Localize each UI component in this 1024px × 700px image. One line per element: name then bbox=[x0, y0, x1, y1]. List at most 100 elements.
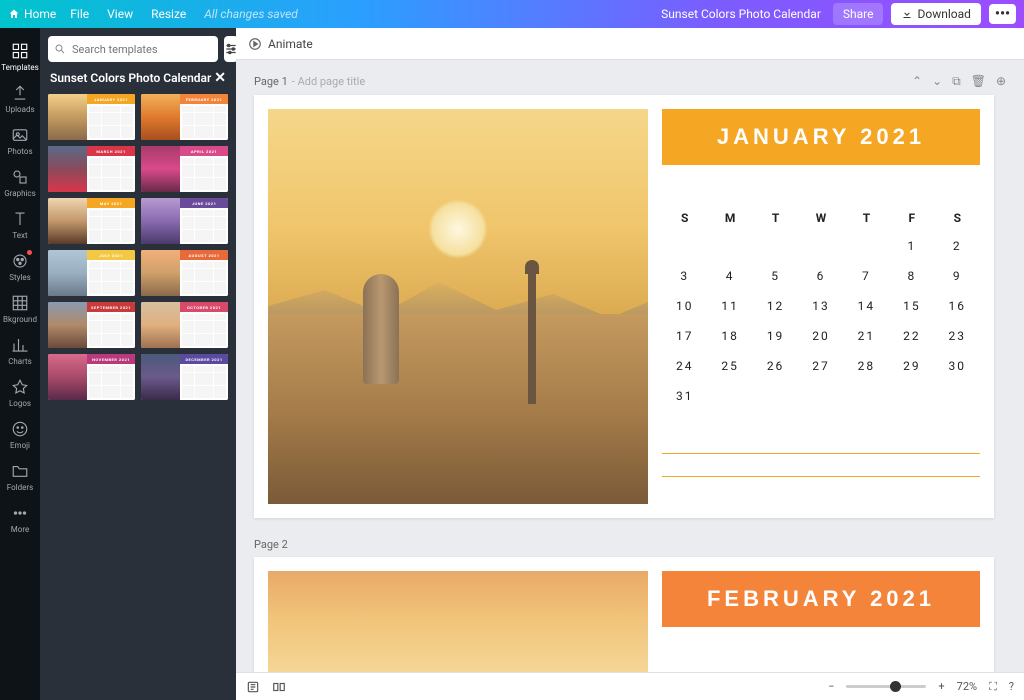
calendar-cell[interactable] bbox=[753, 381, 798, 411]
calendar-cell[interactable]: 28 bbox=[844, 351, 889, 381]
calendar-cell[interactable]: 3 bbox=[662, 261, 707, 291]
calendar-cell[interactable]: 5 bbox=[753, 261, 798, 291]
calendar-cell[interactable] bbox=[889, 381, 934, 411]
page-2[interactable]: FEBRUARY 2021 SMTWTFS bbox=[254, 557, 994, 672]
search-input[interactable] bbox=[72, 43, 212, 56]
search-templates-box[interactable] bbox=[48, 36, 218, 62]
zoom-in-icon[interactable]: + bbox=[938, 680, 944, 693]
page-move-up-icon[interactable]: ⌃ bbox=[912, 74, 922, 89]
pages-toggle-icon[interactable] bbox=[272, 680, 286, 694]
template-thumb-12[interactable]: DECEMBER 2021 bbox=[141, 354, 228, 400]
calendar-cell[interactable]: 16 bbox=[935, 291, 980, 321]
calendar-cell[interactable]: 12 bbox=[753, 291, 798, 321]
calendar-cell[interactable]: 7 bbox=[844, 261, 889, 291]
rail-styles[interactable]: Styles bbox=[0, 246, 40, 288]
zoom-level[interactable]: 72% bbox=[957, 680, 977, 693]
template-thumb-4[interactable]: APRIL 2021 bbox=[141, 146, 228, 192]
calendar-cell[interactable]: 1 bbox=[889, 231, 934, 261]
home-button[interactable]: Home bbox=[8, 7, 56, 21]
calendar-cell[interactable] bbox=[662, 231, 707, 261]
calendar-cell[interactable] bbox=[798, 381, 843, 411]
help-icon[interactable]: ? bbox=[1009, 680, 1014, 693]
page-delete-icon[interactable]: 🗑 bbox=[971, 74, 986, 89]
template-thumb-9[interactable]: SEPTEMBER 2021 bbox=[48, 302, 135, 348]
calendar-cell[interactable] bbox=[707, 231, 752, 261]
file-menu[interactable]: File bbox=[70, 7, 89, 21]
page-1-notes-lines[interactable] bbox=[662, 431, 980, 499]
calendar-cell[interactable]: 31 bbox=[662, 381, 707, 411]
animate-button[interactable]: Animate bbox=[268, 37, 313, 51]
page-1[interactable]: JANUARY 2021 SMTWTFS 1234567891011121314… bbox=[254, 95, 994, 518]
template-thumb-1[interactable]: JANUARY 2021 bbox=[48, 94, 135, 140]
calendar-cell[interactable] bbox=[844, 381, 889, 411]
calendar-cell[interactable]: 25 bbox=[707, 351, 752, 381]
rail-charts[interactable]: Charts bbox=[0, 330, 40, 372]
page-1-calendar[interactable]: SMTWTFS 12345678910111213141516171819202… bbox=[662, 205, 980, 411]
calendar-cell[interactable]: 18 bbox=[707, 321, 752, 351]
canvas-scroll[interactable]: Page 1 - Add page title ⌃ ⌄ ⧉ 🗑 ⊕ JANUAR… bbox=[236, 60, 1024, 672]
view-menu[interactable]: View bbox=[107, 7, 133, 21]
page-1-title-hint[interactable]: - Add page title bbox=[292, 75, 365, 88]
rail-uploads[interactable]: Uploads bbox=[0, 78, 40, 120]
panel-close-button[interactable]: ✕ bbox=[214, 70, 226, 86]
page-1-photo[interactable] bbox=[268, 109, 648, 504]
calendar-cell[interactable] bbox=[798, 231, 843, 261]
rail-bkground[interactable]: Bkground bbox=[0, 288, 40, 330]
share-button[interactable]: Share bbox=[833, 3, 884, 25]
template-thumb-2[interactable]: FEBRUARY 2021 bbox=[141, 94, 228, 140]
calendar-cell[interactable] bbox=[753, 231, 798, 261]
rail-folders[interactable]: Folders bbox=[0, 456, 40, 498]
resize-menu[interactable]: Resize bbox=[151, 7, 186, 21]
calendar-cell[interactable] bbox=[844, 231, 889, 261]
rail-emoji[interactable]: Emoji bbox=[0, 414, 40, 456]
document-name[interactable]: Sunset Colors Photo Calendar bbox=[661, 7, 821, 21]
rail-text[interactable]: Text bbox=[0, 204, 40, 246]
calendar-cell[interactable]: 8 bbox=[889, 261, 934, 291]
calendar-cell[interactable]: 20 bbox=[798, 321, 843, 351]
template-thumb-3[interactable]: MARCH 2021 bbox=[48, 146, 135, 192]
rail-photos[interactable]: Photos bbox=[0, 120, 40, 162]
more-button[interactable]: ••• bbox=[989, 4, 1016, 24]
rail-logos[interactable]: Logos bbox=[0, 372, 40, 414]
page-move-down-icon[interactable]: ⌄ bbox=[932, 74, 942, 89]
page-add-icon[interactable]: ⊕ bbox=[996, 74, 1006, 89]
rail-graphics[interactable]: Graphics bbox=[0, 162, 40, 204]
calendar-cell[interactable]: 4 bbox=[707, 261, 752, 291]
zoom-slider[interactable] bbox=[846, 685, 926, 688]
page-2-month-band[interactable]: FEBRUARY 2021 bbox=[662, 571, 980, 627]
calendar-cell[interactable]: 19 bbox=[753, 321, 798, 351]
calendar-cell[interactable]: 23 bbox=[935, 321, 980, 351]
calendar-cell[interactable] bbox=[707, 381, 752, 411]
calendar-cell[interactable]: 26 bbox=[753, 351, 798, 381]
calendar-cell[interactable]: 24 bbox=[662, 351, 707, 381]
fullscreen-icon[interactable]: ⛶ bbox=[989, 680, 997, 694]
calendar-cell[interactable]: 17 bbox=[662, 321, 707, 351]
calendar-cell[interactable]: 21 bbox=[844, 321, 889, 351]
calendar-cell[interactable]: 10 bbox=[662, 291, 707, 321]
calendar-cell[interactable]: 14 bbox=[844, 291, 889, 321]
template-thumb-5[interactable]: MAY 2021 bbox=[48, 198, 135, 244]
template-thumb-11[interactable]: NOVEMBER 2021 bbox=[48, 354, 135, 400]
zoom-out-icon[interactable]: − bbox=[828, 680, 834, 693]
page-duplicate-icon[interactable]: ⧉ bbox=[952, 74, 961, 89]
calendar-cell[interactable]: 29 bbox=[889, 351, 934, 381]
calendar-cell[interactable]: 22 bbox=[889, 321, 934, 351]
calendar-cell[interactable] bbox=[935, 381, 980, 411]
calendar-cell[interactable]: 27 bbox=[798, 351, 843, 381]
template-thumb-8[interactable]: AUGUST 2021 bbox=[141, 250, 228, 296]
page-2-photo[interactable] bbox=[268, 571, 648, 672]
calendar-cell[interactable]: 30 bbox=[935, 351, 980, 381]
notes-toggle-icon[interactable] bbox=[246, 680, 260, 694]
template-thumb-6[interactable]: JUNE 2021 bbox=[141, 198, 228, 244]
download-button[interactable]: Download bbox=[891, 3, 980, 25]
page-1-month-band[interactable]: JANUARY 2021 bbox=[662, 109, 980, 165]
calendar-cell[interactable]: 9 bbox=[935, 261, 980, 291]
calendar-cell[interactable]: 11 bbox=[707, 291, 752, 321]
calendar-cell[interactable]: 13 bbox=[798, 291, 843, 321]
rail-more[interactable]: More bbox=[0, 498, 40, 540]
template-thumb-10[interactable]: OCTOBER 2021 bbox=[141, 302, 228, 348]
rail-templates[interactable]: Templates bbox=[0, 36, 40, 78]
calendar-cell[interactable]: 6 bbox=[798, 261, 843, 291]
calendar-cell[interactable]: 15 bbox=[889, 291, 934, 321]
calendar-cell[interactable]: 2 bbox=[935, 231, 980, 261]
